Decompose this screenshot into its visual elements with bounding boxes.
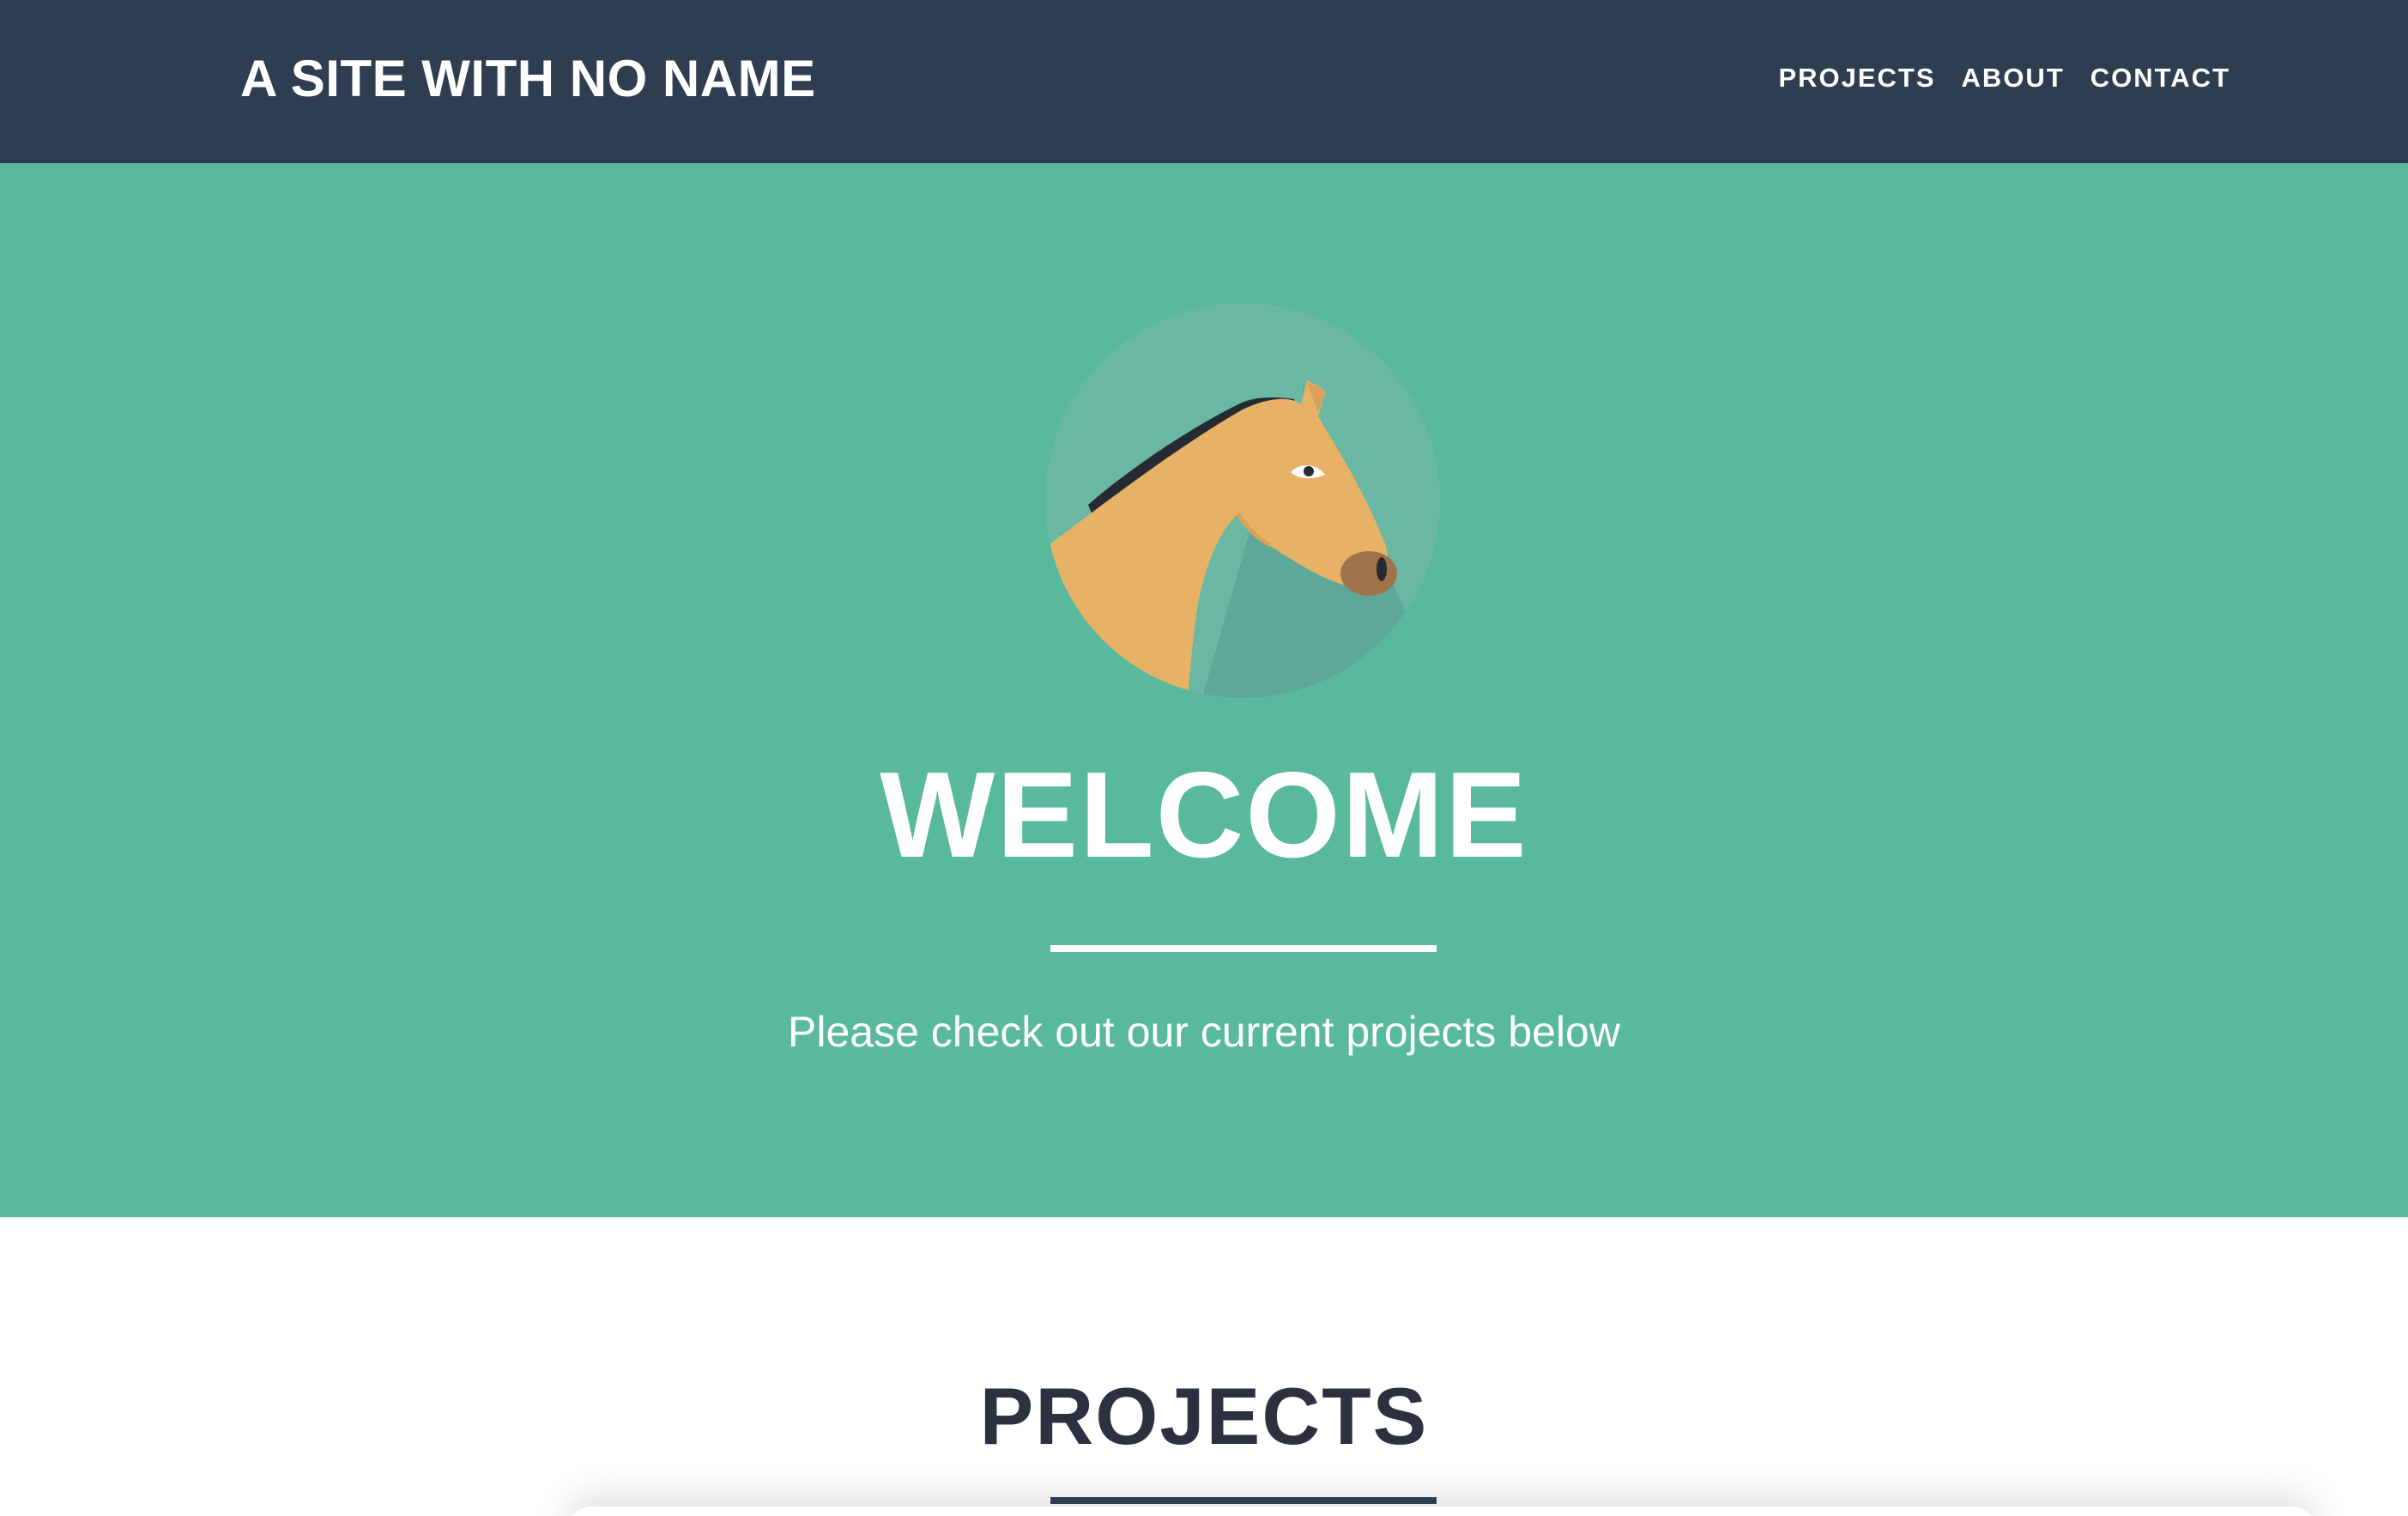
hero-subtitle: Please check out our current projects be… [788, 1008, 1620, 1056]
project-card-edge [566, 1507, 2317, 1516]
hero-divider [1050, 945, 1437, 952]
hero-title: WELCOME [880, 747, 1528, 883]
horse-head-icon [1045, 303, 1440, 698]
nav-link-contact[interactable]: CONTACT [2090, 57, 2230, 100]
nav-links: PROJECTS ABOUT CONTACT [1778, 57, 2230, 100]
nav-link-about[interactable]: ABOUT [1962, 57, 2065, 100]
projects-section-title: PROJECTS [979, 1371, 1429, 1461]
projects-divider [1050, 1497, 1437, 1504]
site-brand-link[interactable]: A SITE WITH NO NAME [240, 45, 816, 113]
nav-link-projects[interactable]: PROJECTS [1778, 57, 1935, 100]
top-navbar: A SITE WITH NO NAME PROJECTS ABOUT CONTA… [0, 0, 2408, 163]
